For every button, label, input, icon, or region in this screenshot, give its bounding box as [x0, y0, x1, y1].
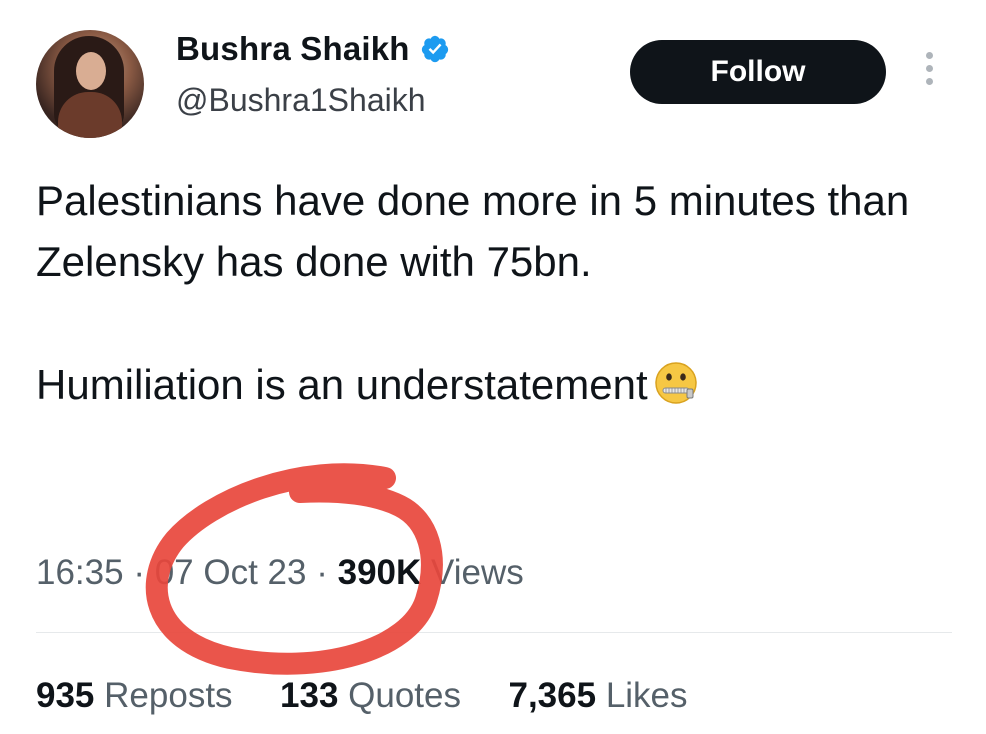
likes-stat[interactable]: 7,365 Likes [508, 676, 687, 715]
meta-separator-2: · [316, 553, 328, 592]
quotes-stat[interactable]: 133 Quotes [280, 676, 461, 715]
likes-label: Likes [605, 676, 688, 715]
display-name[interactable]: Bushra Shaikh [176, 30, 410, 68]
engagement-stats: 935 Reposts 133 Quotes 7,365 Likes [36, 676, 688, 716]
tweet-text-paragraph-1: Palestinians have done more in 5 minutes… [36, 177, 910, 285]
views-label: Views [431, 553, 524, 592]
tweet-meta: 16:35 · 07 Oct 23 · 390K Views [36, 553, 524, 593]
verified-badge-icon [421, 35, 448, 63]
tweet-text: Palestinians have done more in 5 minutes… [36, 170, 966, 415]
divider [36, 632, 952, 633]
likes-count: 7,365 [508, 676, 597, 715]
tweet-time[interactable]: 16:35 [36, 553, 124, 592]
reposts-label: Reposts [104, 676, 233, 715]
avatar-face [76, 52, 106, 90]
follow-button[interactable]: Follow [630, 40, 886, 104]
tweet-text-line2: Humiliation is an understatement [36, 361, 648, 408]
name-row: Bushra Shaikh [176, 30, 450, 68]
meta-separator-1: · [133, 553, 145, 592]
avatar[interactable] [36, 30, 144, 138]
user-handle[interactable]: @Bushra1Shaikh [176, 82, 426, 119]
quotes-label: Quotes [348, 676, 462, 715]
tweet-text-paragraph-2: Humiliation is an understatement [36, 354, 966, 415]
views-count: 390K [337, 553, 422, 592]
quotes-count: 133 [280, 676, 339, 715]
reposts-stat[interactable]: 935 Reposts [36, 676, 233, 715]
reposts-count: 935 [36, 676, 95, 715]
more-options-icon[interactable] [922, 52, 936, 92]
tweet-date[interactable]: 07 Oct 23 [155, 553, 307, 592]
zipper-mouth-face-icon [654, 362, 697, 404]
